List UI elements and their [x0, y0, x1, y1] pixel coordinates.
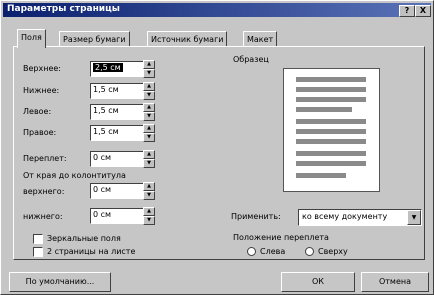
page-preview — [283, 68, 380, 192]
gutter-top-radio[interactable] — [305, 247, 314, 256]
dialog-title: Параметры страницы — [7, 4, 120, 14]
header-distance-input[interactable]: 0 см — [90, 183, 144, 199]
gutter-spinner[interactable]: ▲ ▼ — [143, 150, 155, 168]
chevron-down-icon[interactable]: ▼ — [407, 210, 421, 225]
sample-label: Образец — [233, 55, 269, 64]
tab-layout[interactable]: Макет — [243, 31, 278, 47]
two-pages-checkbox[interactable] — [33, 247, 43, 257]
bottom-margin-spinner[interactable]: ▲ ▼ — [143, 82, 155, 100]
apply-to-select[interactable]: ко всему документу ▼ — [298, 209, 422, 226]
footer-distance-spinner[interactable]: ▲ ▼ — [143, 207, 155, 225]
title-bar: Параметры страницы ? X — [3, 3, 431, 17]
spin-down-icon[interactable]: ▼ — [143, 112, 155, 121]
ok-button[interactable]: ОК — [281, 272, 355, 292]
bottom-margin-value: 1,5 см — [93, 85, 119, 94]
spin-down-icon[interactable]: ▼ — [143, 91, 155, 100]
apply-to-value: ко всему документу — [302, 212, 388, 221]
two-pages-label: 2 страницы на листе — [47, 247, 136, 256]
gutter-top-label: Сверху — [318, 247, 348, 256]
bottom-margin-input[interactable]: 1,5 см — [90, 83, 144, 99]
spin-up-icon[interactable]: ▲ — [143, 124, 155, 133]
gutter-left-radio[interactable] — [247, 247, 256, 256]
cancel-button[interactable]: Отмена — [361, 272, 429, 292]
preview-line — [296, 161, 366, 166]
spin-up-icon[interactable]: ▲ — [143, 207, 155, 216]
preview-line — [296, 87, 366, 92]
right-margin-value: 1,5 см — [93, 127, 119, 136]
top-margin-value: 2,5 см — [93, 63, 123, 72]
right-margin-spinner[interactable]: ▲ ▼ — [143, 124, 155, 142]
left-margin-spinner[interactable]: ▲ ▼ — [143, 103, 155, 121]
preview-line — [296, 97, 366, 102]
left-margin-value: 1,5 см — [93, 106, 119, 115]
default-button[interactable]: По умолчанию... — [9, 272, 111, 292]
preview-line — [296, 139, 366, 144]
footer-distance-label: нижнего: — [23, 212, 63, 221]
bottom-margin-label: Нижнее: — [23, 86, 60, 95]
left-margin-label: Левое: — [23, 107, 52, 116]
gutter-position-label: Положение переплета — [233, 233, 329, 242]
help-button[interactable]: ? — [399, 5, 415, 17]
spin-down-icon[interactable]: ▼ — [143, 133, 155, 142]
footer-distance-value: 0 см — [93, 210, 112, 219]
apply-label: Применить: — [231, 212, 281, 221]
preview-line — [296, 129, 366, 134]
right-margin-label: Правое: — [23, 128, 57, 137]
from-edge-label: От края до колонтитула — [23, 171, 126, 180]
preview-line — [296, 77, 366, 82]
header-distance-label: верхнего: — [23, 187, 65, 196]
top-margin-spinner[interactable]: ▲ ▼ — [143, 60, 155, 78]
preview-line — [296, 119, 366, 124]
header-distance-spinner[interactable]: ▲ ▼ — [143, 182, 155, 200]
footer-distance-input[interactable]: 0 см — [90, 208, 144, 224]
spin-down-icon[interactable]: ▼ — [143, 159, 155, 168]
spin-down-icon[interactable]: ▼ — [143, 69, 155, 78]
gutter-input[interactable]: 0 см — [90, 151, 144, 167]
top-margin-label: Верхнее: — [23, 64, 61, 73]
spin-up-icon[interactable]: ▲ — [143, 182, 155, 191]
spin-up-icon[interactable]: ▲ — [143, 150, 155, 159]
mirror-margins-checkbox[interactable] — [33, 234, 43, 244]
preview-line — [296, 173, 346, 178]
page-setup-dialog: Параметры страницы ? X Поля Размер бумаг… — [0, 0, 434, 295]
spin-up-icon[interactable]: ▲ — [143, 103, 155, 112]
preview-line — [296, 151, 366, 156]
gutter-value: 0 см — [93, 153, 112, 162]
preview-line — [296, 107, 352, 112]
spin-down-icon[interactable]: ▼ — [143, 216, 155, 225]
spin-up-icon[interactable]: ▲ — [143, 82, 155, 91]
close-button[interactable]: X — [415, 5, 431, 17]
spin-down-icon[interactable]: ▼ — [143, 191, 155, 200]
left-margin-input[interactable]: 1,5 см — [90, 104, 144, 120]
top-margin-input[interactable]: 2,5 см — [90, 61, 144, 77]
header-distance-value: 0 см — [93, 185, 112, 194]
spin-up-icon[interactable]: ▲ — [143, 60, 155, 69]
tab-paper-source[interactable]: Источник бумаги — [147, 31, 228, 47]
right-margin-input[interactable]: 1,5 см — [90, 125, 144, 141]
tab-margins[interactable]: Поля — [17, 29, 46, 48]
tab-paper-size[interactable]: Размер бумаги — [59, 31, 130, 47]
gutter-label: Переплет: — [23, 154, 67, 163]
gutter-left-label: Слева — [260, 247, 286, 256]
mirror-margins-label: Зеркальные поля — [47, 234, 121, 243]
